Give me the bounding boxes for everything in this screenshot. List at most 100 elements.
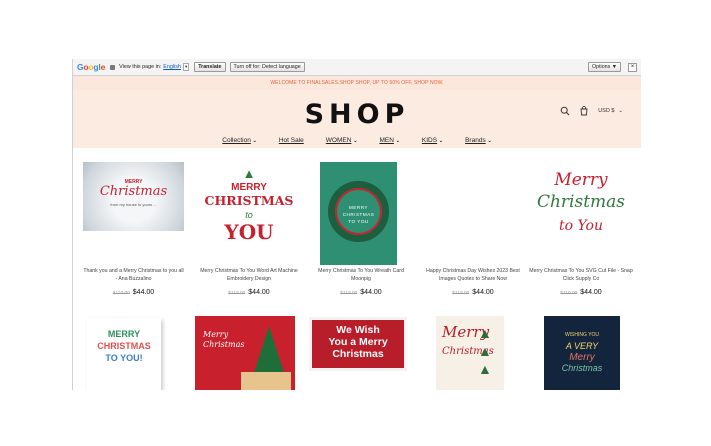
nav-item-men[interactable]: MEN ⌄: [379, 137, 399, 144]
chevron-down-icon: ⌄: [438, 138, 444, 144]
image-caption: MERRY: [107, 329, 141, 339]
product-card[interactable]: MERRY CHRISTMAS TO YOU Merry Christmas T…: [309, 162, 413, 302]
product-image[interactable]: ▲ MERRY CHRISTMAS to YOU: [203, 164, 295, 257]
image-caption: to You: [559, 218, 603, 234]
promo-text: WELCOME TO FINALSALES.SHOP SHOP, UP TO 5…: [270, 80, 444, 86]
main-nav: Collection ⌄ Hot Sale WOMEN ⌄ MEN ⌄ KIDS…: [73, 137, 641, 144]
image-caption: TO YOU!: [105, 353, 143, 363]
product-card[interactable]: Happy Christmas Day Wishes 2023 Best Ima…: [421, 162, 525, 302]
product-price: $110.00 $44.00: [529, 289, 633, 296]
image-caption: WISHING YOU: [564, 332, 600, 338]
nav-item-collection[interactable]: Collection ⌄: [222, 137, 257, 144]
old-price: $110.00: [560, 291, 578, 296]
product-title[interactable]: Merry Christmas To You Wreath Card Moonp…: [309, 268, 413, 283]
image-caption: A VERY: [565, 341, 599, 351]
tree-icon: ▲: [242, 166, 256, 181]
image-caption: We Wish: [336, 324, 380, 336]
product-card[interactable]: MERRY Christmas from my house to yours .…: [83, 162, 187, 302]
image-caption: CHRISTMAS: [204, 193, 294, 208]
view-page-text: View this page in:: [119, 64, 162, 70]
translate-button[interactable]: Translate: [194, 62, 226, 72]
tree-icon: ▲ ▲ ▲: [478, 325, 492, 377]
sale-price: $44.00: [248, 289, 270, 296]
product-price: $110.00 $44.00: [421, 289, 525, 296]
google-logo: Google: [77, 62, 106, 72]
sale-price: $44.00: [360, 289, 382, 296]
image-caption: Christmas: [561, 363, 603, 373]
product-image[interactable]: We Wish You a Merry Christmas: [309, 317, 407, 371]
search-icon[interactable]: [560, 106, 570, 116]
image-caption: Christmas: [332, 348, 384, 360]
tree-icon: [253, 326, 285, 376]
image-caption: MERRY: [348, 205, 368, 210]
product-image[interactable]: MERRY CHRISTMAS TO YOU!: [87, 318, 161, 390]
product-title[interactable]: Thank you and a Merry Christmas to you a…: [83, 268, 184, 283]
nav-item-hot-sale[interactable]: Hot Sale: [279, 137, 304, 144]
image-caption: You a Merry: [328, 336, 388, 348]
currency-label: USD $: [598, 108, 615, 114]
translate-bar: Google View this page in: English ▾ Tran…: [73, 59, 641, 76]
product-image[interactable]: WISHING YOU A VERY Merry Christmas: [544, 316, 620, 390]
image-caption: TO YOU: [348, 219, 369, 224]
promo-banner[interactable]: WELCOME TO FINALSALES.SHOP SHOP, UP TO 5…: [73, 76, 641, 90]
old-price: $110.00: [452, 291, 470, 296]
image-caption: Christmas: [203, 340, 245, 349]
site-logo[interactable]: SHOP: [73, 99, 641, 130]
options-button[interactable]: Options ▼: [588, 62, 621, 72]
product-card[interactable]: ▲ MERRY CHRISTMAS to YOU Merry Christmas…: [197, 162, 301, 302]
language-link[interactable]: English: [163, 64, 181, 70]
product-price: $110.00 $44.00: [197, 289, 301, 296]
product-image[interactable]: Merry Christmas ▲ ▲ ▲: [436, 316, 504, 390]
sale-price: $44.00: [132, 289, 155, 296]
product-title[interactable]: Happy Christmas Day Wishes 2023 Best Ima…: [421, 268, 525, 283]
old-price: $110.00: [112, 291, 130, 296]
nav-label: Collection: [222, 137, 251, 144]
product-image[interactable]: MERRY CHRISTMAS TO YOU: [320, 162, 397, 265]
image-caption: Merry: [203, 330, 229, 339]
close-icon[interactable]: ×: [628, 62, 637, 72]
product-price: $110.00 $44.00: [83, 289, 184, 296]
currency-selector[interactable]: USD $ ⌄: [598, 108, 623, 114]
image-caption: to: [245, 210, 253, 220]
chevron-down-icon: ⌄: [618, 108, 623, 114]
image-caption: Merry: [569, 352, 595, 363]
nav-item-brands[interactable]: Brands ⌄: [465, 137, 492, 144]
image-caption: Christmas: [536, 192, 626, 212]
sale-price: $44.00: [472, 289, 494, 296]
image-caption: from my house to yours ...: [110, 202, 157, 207]
image-caption: CHRISTMAS: [342, 212, 375, 217]
nav-item-kids[interactable]: KIDS ⌄: [422, 137, 443, 144]
image-caption: YOU: [224, 220, 274, 244]
image-caption: CHRISTMAS: [97, 341, 151, 351]
image-caption: MERRY: [231, 182, 267, 193]
product-card[interactable]: Merry Christmas to You Merry Christmas T…: [529, 162, 633, 302]
language-dropdown-icon[interactable]: ▾: [182, 63, 190, 71]
nav-label: Hot Sale: [278, 137, 304, 144]
product-title[interactable]: Merry Christmas To You SVG Cut File - Sn…: [529, 268, 633, 283]
turn-off-button[interactable]: Turn off for: Detect language: [229, 62, 305, 72]
nav-label: KIDS: [421, 137, 438, 144]
chevron-down-icon: ⌄: [395, 138, 400, 144]
nav-label: WOMEN: [325, 137, 352, 144]
sale-price: $44.00: [580, 289, 602, 296]
nav-label: Brands: [465, 137, 486, 144]
image-caption: Christmas: [99, 184, 168, 199]
product-price: $110.00 $44.00: [309, 289, 413, 296]
old-price: $110.00: [228, 291, 246, 296]
lock-icon: [110, 64, 116, 70]
image-caption: Merry: [554, 170, 608, 190]
product-image[interactable]: MERRY Christmas from my house to yours .…: [83, 162, 184, 231]
header-actions: USD $ ⌄: [560, 106, 623, 116]
chevron-down-icon: ⌄: [353, 138, 358, 144]
nav-item-women[interactable]: WOMEN ⌄: [326, 137, 358, 144]
old-price: $110.00: [340, 291, 358, 296]
product-title[interactable]: Merry Christmas To You Word Art Machine …: [197, 268, 301, 283]
product-image[interactable]: Merry Christmas: [195, 316, 295, 390]
chevron-down-icon: ⌄: [252, 138, 257, 144]
cart-icon[interactable]: [579, 106, 589, 116]
chevron-down-icon: ⌄: [487, 138, 492, 144]
nav-label: MEN: [379, 137, 394, 144]
product-image[interactable]: Merry Christmas to You: [529, 164, 633, 256]
browser-page: Google View this page in: English ▾ Tran…: [72, 59, 641, 390]
site-header: SHOP USD $ ⌄ Collection ⌄ Hot Sale WOMEN …: [73, 90, 641, 148]
